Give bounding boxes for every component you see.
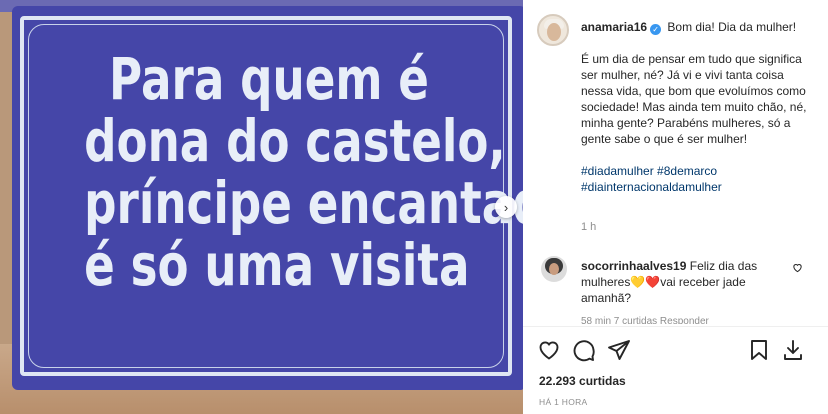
post-sidebar: anamaria16 ✓ Bom dia! Dia da mulher! É um… (523, 0, 828, 414)
author-avatar[interactable] (537, 14, 569, 46)
avatar-face (547, 23, 561, 41)
action-bar (523, 336, 828, 364)
commenter-face (549, 263, 559, 275)
commenter-avatar[interactable] (541, 256, 567, 282)
hashtags-line-2[interactable]: #diainternacionaldamulher (581, 179, 817, 195)
sign-text: Para quem é dona do castelo, o príncipe … (84, 45, 523, 299)
sign-line-1: Para quem é (109, 45, 429, 113)
comment-meta: 58 min 7 curtidas Responder (581, 316, 709, 324)
sign-line-3: príncipe encantado (84, 169, 523, 237)
caption-timestamp: 1 h (581, 221, 597, 233)
sign-line-4: é só uma visita (84, 231, 470, 299)
caption-hashtags: #diadamulher #8demarco #diainternacional… (581, 163, 817, 195)
verified-badge-icon: ✓ (650, 24, 662, 35)
share-icon[interactable] (607, 338, 631, 362)
chevron-right-icon: › (503, 199, 509, 215)
comment: socorrinhaalves19 Feliz dia das mulheres… (581, 258, 797, 306)
comment-like-icon[interactable] (792, 262, 803, 276)
hashtags-line-1[interactable]: #diadamulher #8demarco (581, 163, 817, 179)
bookmark-icon[interactable] (747, 338, 771, 362)
author-username[interactable]: anamaria16 (581, 20, 647, 34)
commenter-username[interactable]: socorrinhaalves19 (581, 259, 686, 273)
next-image-button[interactable]: › (495, 196, 517, 218)
post-time-ago: HÁ 1 HORA (539, 397, 588, 407)
sign-line-2: dona do castelo, o (84, 107, 523, 175)
divider (523, 326, 828, 327)
heart-icon[interactable] (537, 338, 561, 362)
caption-first-line: Bom dia! Dia da mulher! (667, 20, 797, 34)
download-icon[interactable] (781, 338, 805, 362)
post-caption: anamaria16 ✓ Bom dia! Dia da mulher! É um… (581, 19, 817, 195)
post-image[interactable]: Para quem é dona do castelo, o príncipe … (0, 0, 523, 414)
caption-body: É um dia de pensar em tudo que significa… (581, 52, 807, 146)
like-count[interactable]: 22.293 curtidas (539, 374, 626, 388)
street-sign: Para quem é dona do castelo, o príncipe … (12, 6, 523, 390)
comment-icon[interactable] (572, 338, 596, 362)
